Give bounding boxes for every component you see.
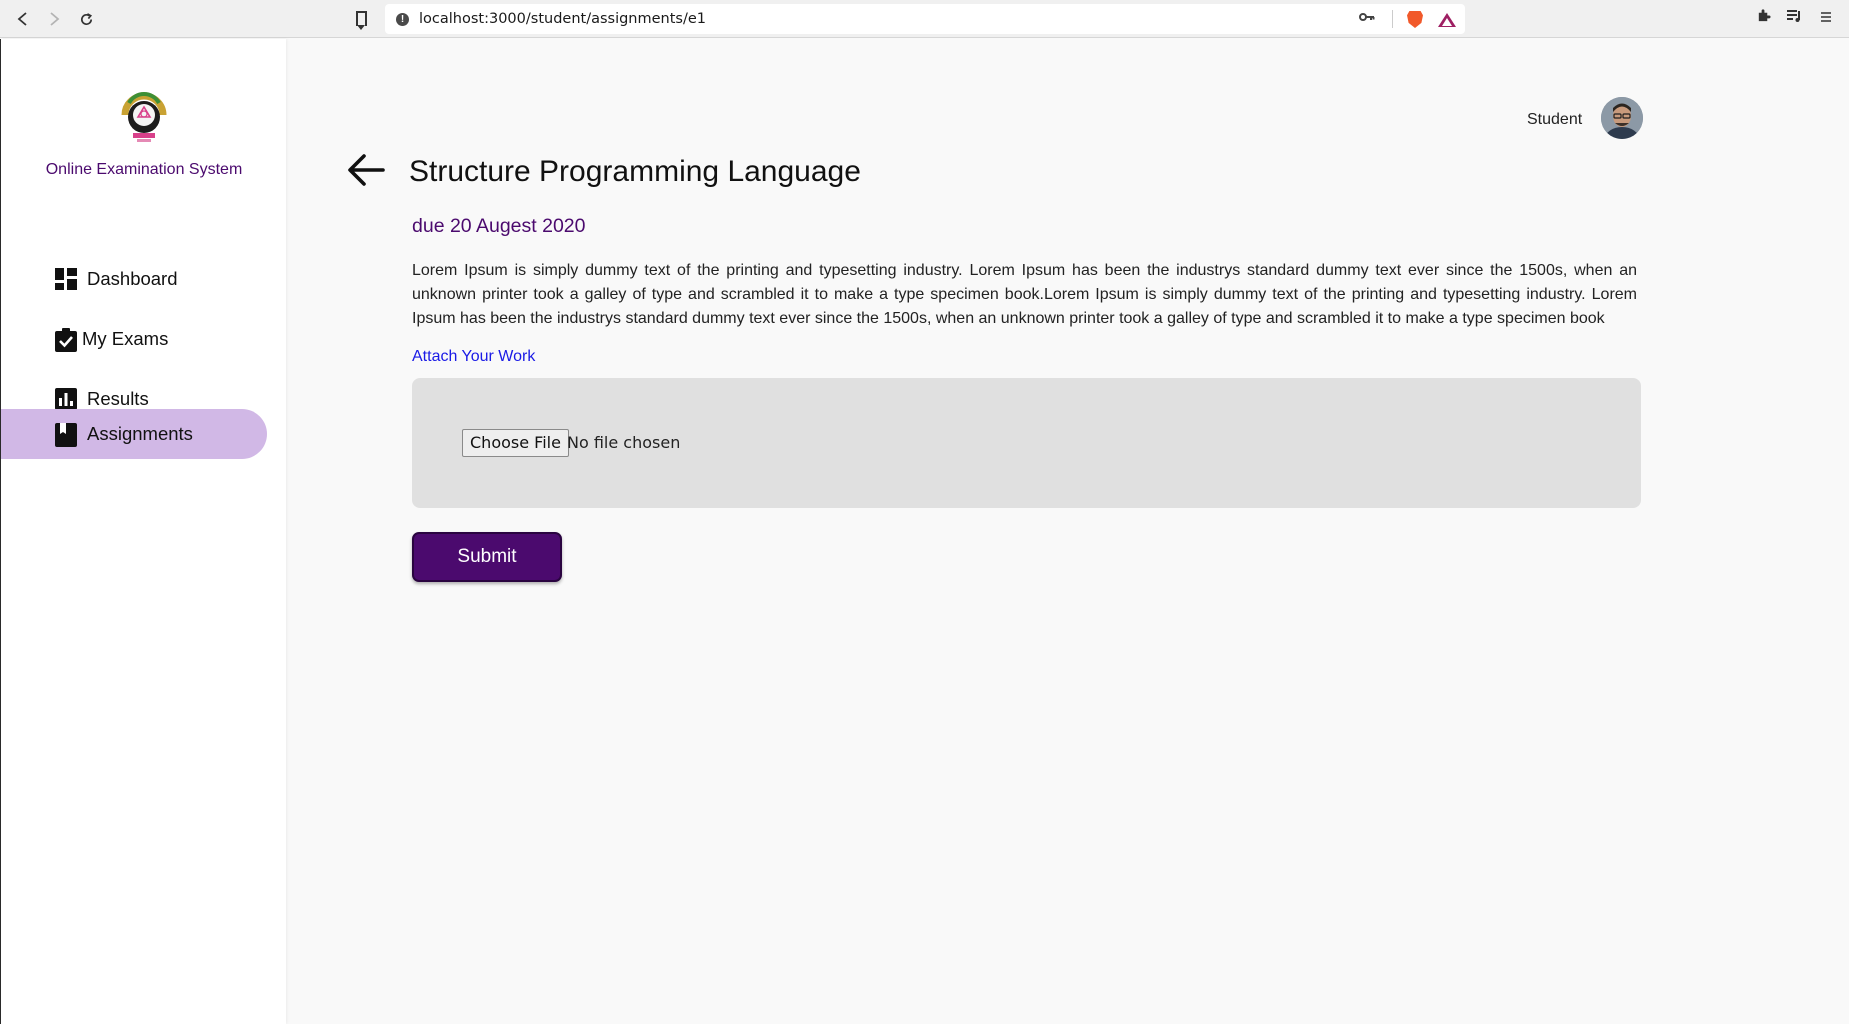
- file-upload-area[interactable]: Choose File No file chosen: [412, 378, 1641, 508]
- page-title: Structure Programming Language: [409, 155, 861, 188]
- sidebar-item-my-exams[interactable]: My Exams: [1, 314, 267, 364]
- dashboard-icon: [55, 268, 77, 290]
- book-icon: [55, 423, 77, 447]
- bookmark-icon[interactable]: [356, 11, 367, 26]
- sidebar-item-label: Results: [87, 388, 149, 409]
- reload-icon[interactable]: [75, 8, 97, 30]
- extensions-icon[interactable]: [1752, 8, 1774, 30]
- menu-icon[interactable]: [1815, 8, 1837, 30]
- browser-toolbar: ! localhost:3000/student/assignments/e1: [0, 0, 1849, 38]
- back-nav-icon[interactable]: [12, 8, 34, 30]
- forward-nav-icon[interactable]: [43, 8, 65, 30]
- sidebar-item-assignments[interactable]: Assignments: [1, 409, 267, 459]
- back-arrow-icon[interactable]: [346, 152, 386, 188]
- attach-work-label: Attach Your Work: [412, 348, 536, 365]
- sidebar-item-label: My Exams: [82, 328, 169, 349]
- app-name: Online Examination System: [45, 161, 243, 178]
- university-logo: [117, 87, 171, 145]
- sidebar-item-dashboard[interactable]: Dashboard: [1, 254, 267, 304]
- sidebar-item-label: Assignments: [87, 423, 193, 444]
- assignment-description: Lorem Ipsum is simply dummy text of the …: [412, 262, 1637, 327]
- site-info-icon[interactable]: !: [396, 13, 409, 26]
- file-status-text: No file chosen: [567, 433, 681, 452]
- url-text[interactable]: localhost:3000/student/assignments/e1: [419, 11, 706, 27]
- key-icon[interactable]: [1359, 10, 1375, 26]
- brave-shields-icon[interactable]: [1407, 11, 1423, 28]
- submit-button[interactable]: Submit: [412, 532, 562, 582]
- url-separator: [1392, 10, 1393, 28]
- sidebar-item-label: Dashboard: [87, 268, 178, 289]
- playlist-icon[interactable]: [1783, 8, 1805, 30]
- address-bar[interactable]: ! localhost:3000/student/assignments/e1: [385, 4, 1465, 34]
- clipboard-check-icon: [55, 328, 77, 352]
- user-role-label: Student: [1527, 111, 1583, 128]
- sidebar: Online Examination System Dashboard My E…: [0, 39, 286, 1024]
- avatar[interactable]: [1601, 97, 1643, 139]
- choose-file-button[interactable]: Choose File: [462, 429, 569, 457]
- bar-chart-icon: [55, 388, 77, 410]
- brave-rewards-icon[interactable]: [1438, 13, 1456, 27]
- due-date: due 20 Augest 2020: [412, 215, 586, 237]
